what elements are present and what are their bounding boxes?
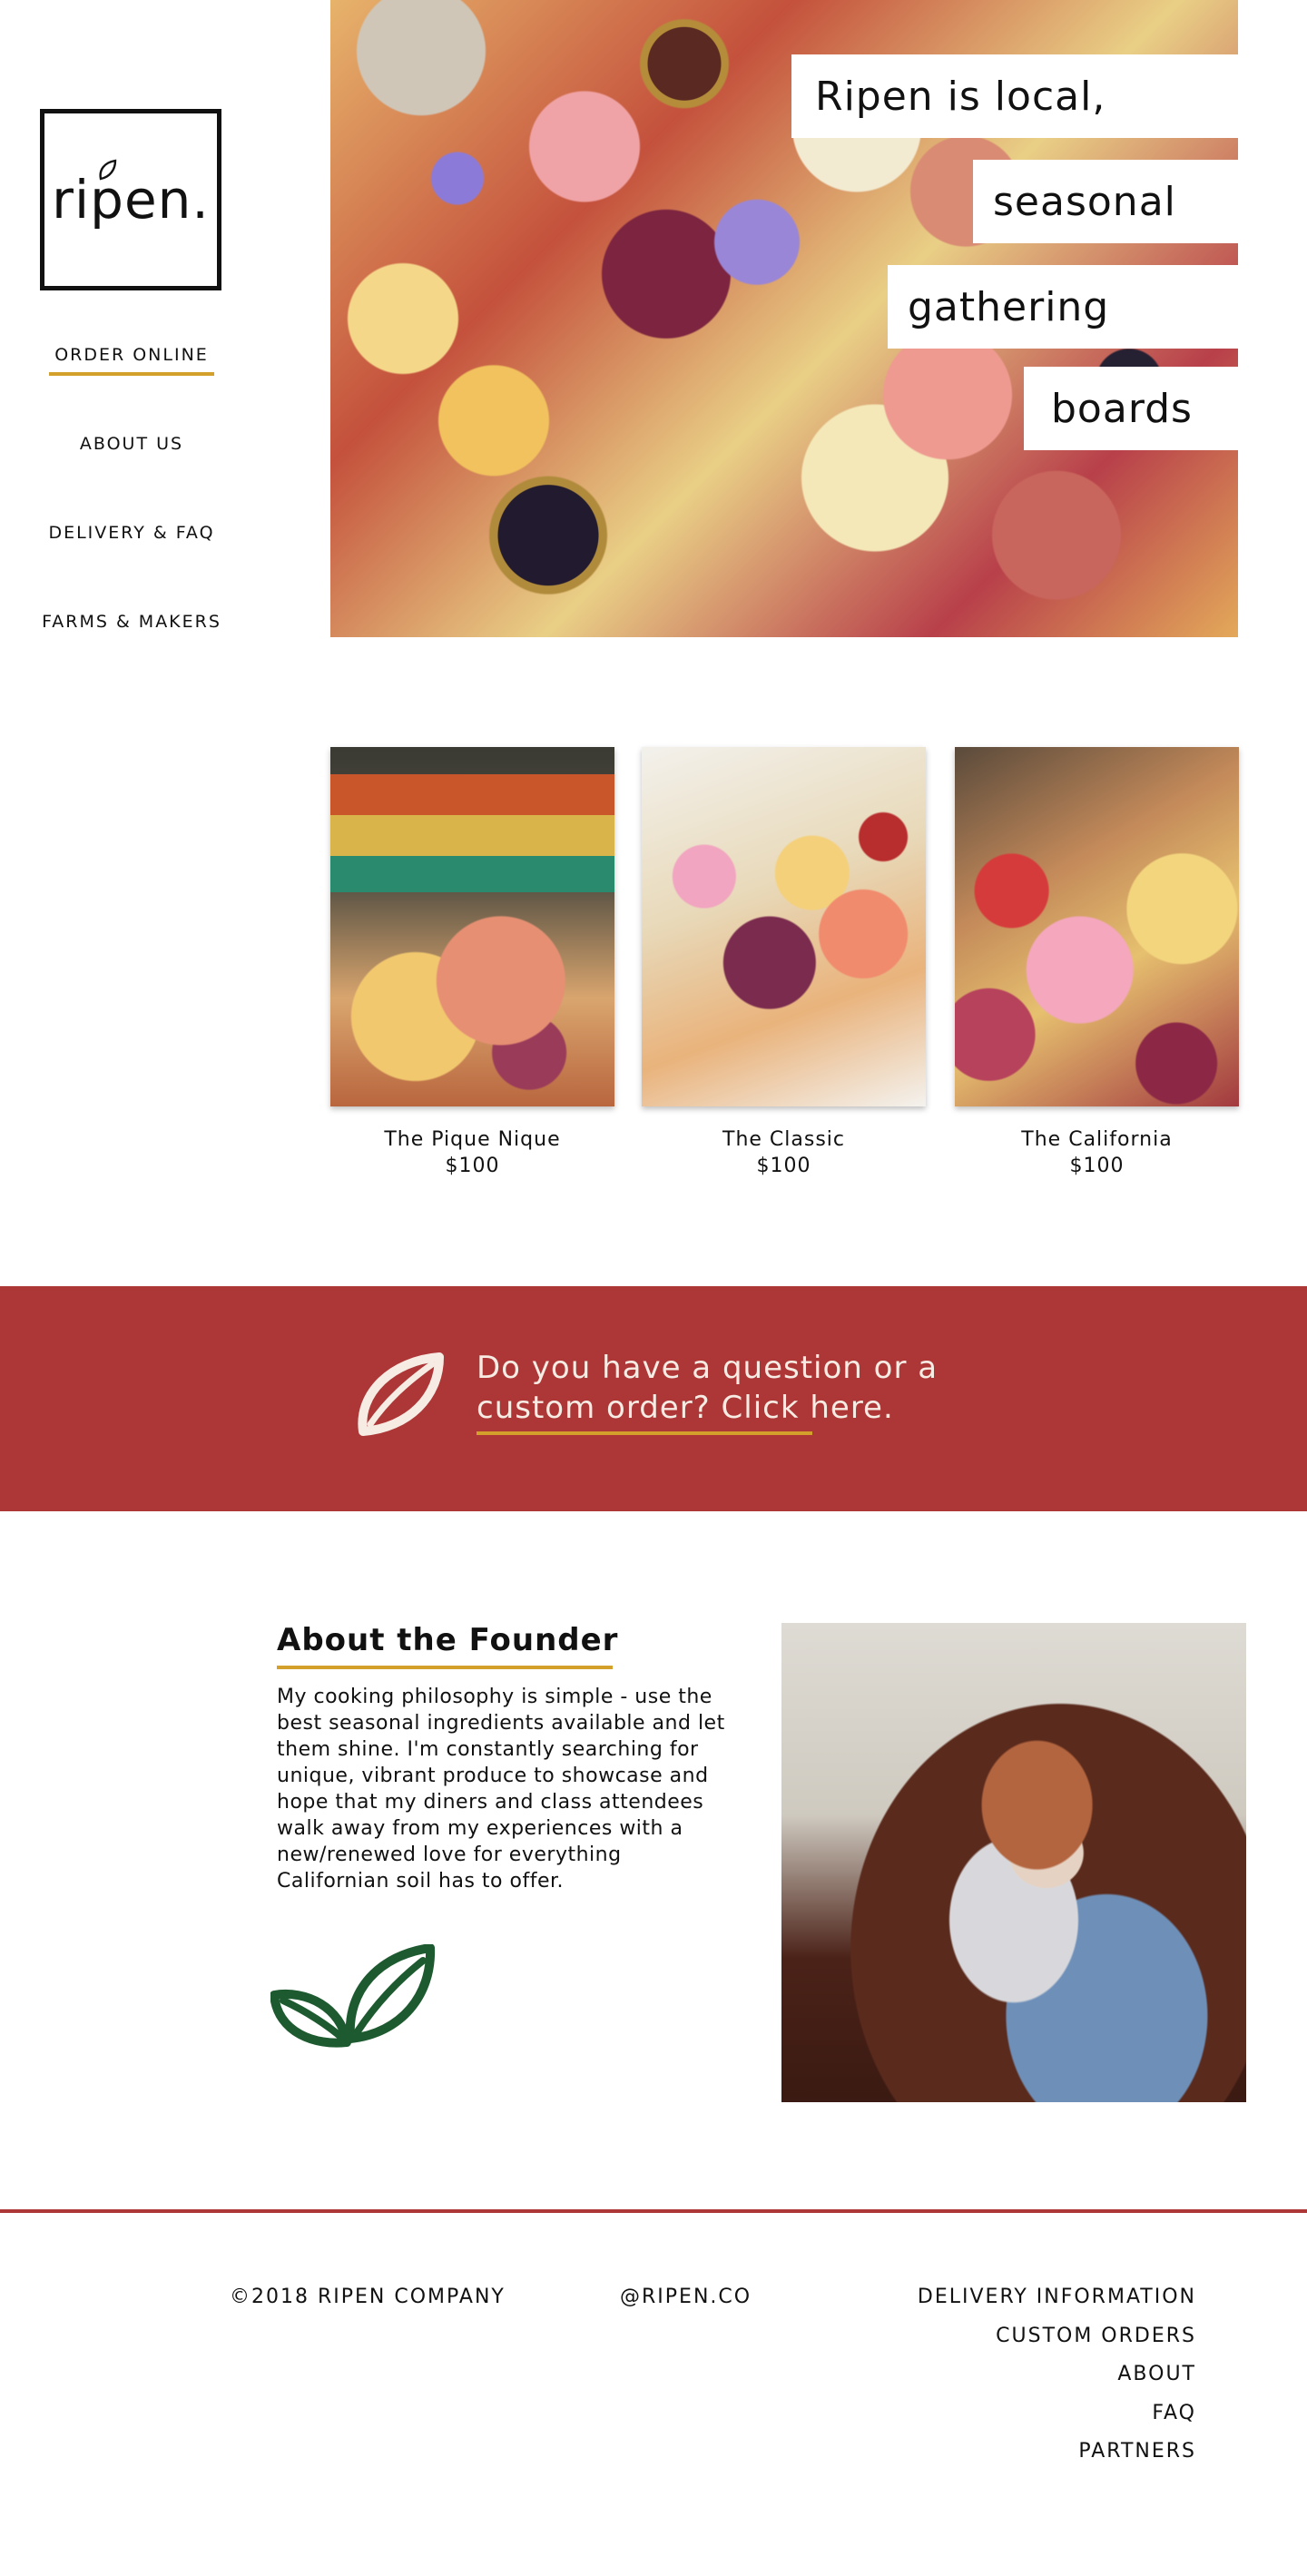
about-underline — [277, 1666, 613, 1669]
product-image[interactable] — [955, 747, 1239, 1106]
cta-line: custom order? Click here. — [477, 1390, 894, 1426]
nav-item-about-us[interactable]: ABOUT US — [0, 434, 263, 523]
nav-item-label: FARMS & MAKERS — [42, 612, 221, 632]
product-card-california[interactable]: The California $100 — [955, 747, 1239, 1179]
product-name: The Classic — [722, 1128, 845, 1151]
logo-text: ripen. — [52, 169, 210, 231]
footer-divider — [0, 2209, 1307, 2213]
hero-line: boards — [1024, 367, 1238, 450]
footer-link-faq[interactable]: FAQ — [918, 2401, 1196, 2440]
sidebar-nav: ORDER ONLINE ABOUT US DELIVERY & FAQ FAR… — [0, 345, 263, 701]
nav-item-order-online[interactable]: ORDER ONLINE — [0, 345, 263, 434]
custom-order-link[interactable]: Do you have a question or a custom order… — [477, 1348, 985, 1428]
footer-links: DELIVERY INFORMATION CUSTOM ORDERS ABOUT… — [918, 2285, 1196, 2478]
product-price: $100 — [756, 1155, 811, 1177]
leaf-icon — [358, 1352, 444, 1436]
hero-line: gathering — [888, 265, 1238, 349]
nav-item-label: DELIVERY & FAQ — [48, 523, 215, 543]
product-name: The California — [1021, 1128, 1173, 1151]
footer-link-partners[interactable]: PARTNERS — [918, 2439, 1196, 2478]
nav-item-label: ABOUT US — [79, 434, 184, 454]
product-card-classic[interactable]: The Classic $100 — [642, 747, 926, 1179]
cta-line: Do you have a question or a — [477, 1350, 938, 1386]
about-body: My cooking philosophy is simple - use th… — [277, 1686, 725, 1893]
product-image[interactable] — [642, 747, 926, 1106]
product-card-pique-nique[interactable]: The Pique Nique $100 — [330, 747, 614, 1179]
hero-line: Ripen is local, — [791, 54, 1238, 138]
product-price: $100 — [445, 1155, 500, 1177]
custom-order-banner: Do you have a question or a custom order… — [0, 1286, 1307, 1511]
product-name: The Pique Nique — [384, 1128, 561, 1151]
product-price: $100 — [1069, 1155, 1125, 1177]
footer-social-handle[interactable]: @RIPEN.CO — [620, 2285, 752, 2310]
nav-item-delivery-faq[interactable]: DELIVERY & FAQ — [0, 523, 263, 612]
founder-photo — [781, 1623, 1246, 2102]
hero-line: seasonal — [973, 160, 1238, 243]
cta-underline — [477, 1431, 812, 1435]
about-title: About the Founder — [277, 1622, 619, 1658]
footer-link-about[interactable]: ABOUT — [918, 2362, 1196, 2401]
footer-link-delivery-information[interactable]: DELIVERY INFORMATION — [918, 2285, 1196, 2324]
footer-link-custom-orders[interactable]: CUSTOM ORDERS — [918, 2324, 1196, 2363]
nav-item-label: ORDER ONLINE — [49, 345, 214, 376]
logo[interactable]: ripen. — [40, 109, 221, 290]
leaf-icon — [99, 159, 117, 181]
product-image[interactable] — [330, 747, 614, 1106]
nav-item-farms-makers[interactable]: FARMS & MAKERS — [0, 612, 263, 701]
double-leaf-icon — [270, 1944, 436, 2048]
footer-copyright: ©2018 RIPEN COMPANY — [230, 2286, 506, 2308]
hero-image: Ripen is local, seasonal gathering board… — [330, 0, 1238, 637]
